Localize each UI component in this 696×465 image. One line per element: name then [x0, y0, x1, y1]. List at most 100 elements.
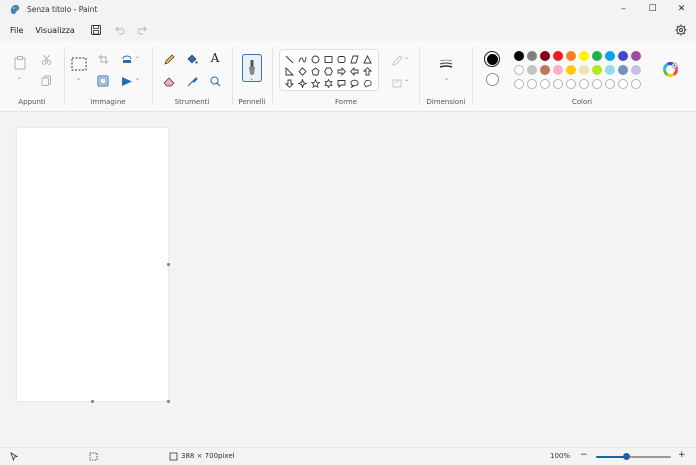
cloud-callout-shape-icon[interactable]	[362, 78, 373, 89]
palette-color-swatch[interactable]	[592, 51, 602, 61]
curve-shape-icon[interactable]	[297, 54, 308, 65]
settings-icon[interactable]	[674, 23, 688, 37]
triangle-shape-icon[interactable]	[362, 54, 373, 65]
diamond-shape-icon[interactable]	[297, 66, 308, 77]
custom-color-slot[interactable]	[631, 79, 641, 89]
crop-icon[interactable]	[95, 51, 111, 67]
oval-callout-shape-icon[interactable]	[349, 78, 360, 89]
magnifier-icon[interactable]	[207, 73, 223, 89]
maximize-button[interactable]: ☐	[638, 0, 667, 18]
shape-outline-chevron-icon[interactable]: ⌄	[404, 54, 409, 61]
secondary-color-swatch[interactable]	[486, 73, 499, 86]
canvas-workspace[interactable]	[0, 112, 696, 445]
canvas-resize-handle-right[interactable]	[167, 263, 170, 266]
line-shape-icon[interactable]	[284, 54, 295, 65]
pencil-icon[interactable]	[161, 51, 177, 67]
brush-dropdown-chevron-icon[interactable]: ⌄	[249, 75, 254, 82]
palette-color-swatch[interactable]	[566, 51, 576, 61]
primary-color-swatch[interactable]	[484, 51, 500, 67]
palette-color-swatch[interactable]	[631, 65, 641, 75]
zoom-level-label[interactable]: 100%	[550, 452, 570, 460]
rotate-dropdown-chevron-icon[interactable]: ⌄	[135, 53, 140, 60]
rectangle-shape-icon[interactable]	[323, 54, 334, 65]
zoom-slider[interactable]	[596, 453, 671, 460]
arrow-right-shape-icon[interactable]	[336, 66, 347, 77]
right-triangle-shape-icon[interactable]	[284, 66, 295, 77]
menu-file[interactable]: File	[4, 26, 29, 35]
custom-color-slot[interactable]	[553, 79, 563, 89]
eraser-icon[interactable]	[161, 73, 177, 89]
zoom-slider-thumb[interactable]	[622, 453, 630, 460]
canvas-resize-handle-bottom[interactable]	[91, 400, 94, 403]
hexagon-shape-icon[interactable]	[323, 66, 334, 77]
paste-icon[interactable]	[12, 55, 28, 71]
text-icon[interactable]: A	[207, 50, 223, 66]
rect-callout-shape-icon[interactable]	[336, 78, 347, 89]
flip-dropdown-chevron-icon[interactable]: ⌄	[135, 75, 140, 82]
line-size-icon[interactable]	[438, 57, 454, 71]
four-point-star-shape-icon[interactable]	[297, 78, 308, 89]
drawing-canvas[interactable]	[17, 128, 168, 401]
palette-color-swatch[interactable]	[618, 65, 628, 75]
custom-color-slot[interactable]	[592, 79, 602, 89]
save-icon[interactable]	[89, 23, 103, 37]
edit-colors-icon[interactable]	[662, 61, 678, 77]
zoom-out-button[interactable]: −	[580, 450, 588, 460]
palette-color-swatch[interactable]	[527, 65, 537, 75]
minimize-button[interactable]: –	[609, 0, 638, 18]
paste-dropdown-chevron-icon[interactable]: ⌄	[17, 74, 22, 81]
palette-color-swatch[interactable]	[540, 65, 550, 75]
flip-icon[interactable]	[119, 73, 135, 89]
select-dropdown-chevron-icon[interactable]: ⌄	[76, 75, 81, 82]
custom-color-slot[interactable]	[579, 79, 589, 89]
palette-color-swatch[interactable]	[592, 65, 602, 75]
color-picker-icon[interactable]	[184, 73, 200, 89]
palette-color-swatch[interactable]	[605, 51, 615, 61]
shape-outline-icon[interactable]	[389, 52, 405, 68]
six-point-star-shape-icon[interactable]	[323, 78, 334, 89]
menu-view[interactable]: Visualizza	[29, 26, 80, 35]
palette-color-swatch[interactable]	[514, 51, 524, 61]
select-icon[interactable]	[70, 55, 88, 73]
palette-color-swatch[interactable]	[579, 65, 589, 75]
palette-color-swatch[interactable]	[579, 51, 589, 61]
canvas-resize-handle-corner[interactable]	[167, 400, 170, 403]
custom-color-slot[interactable]	[605, 79, 615, 89]
polygon-shape-icon[interactable]	[349, 54, 360, 65]
shape-fill-chevron-icon[interactable]: ⌄	[404, 76, 409, 83]
arrow-down-shape-icon[interactable]	[284, 78, 295, 89]
palette-color-swatch[interactable]	[527, 51, 537, 61]
custom-color-slot[interactable]	[566, 79, 576, 89]
undo-icon[interactable]	[113, 23, 127, 37]
pentagon-shape-icon[interactable]	[310, 66, 321, 77]
zoom-in-button[interactable]: +	[678, 450, 686, 460]
palette-color-swatch[interactable]	[618, 51, 628, 61]
close-button[interactable]: ✕	[667, 0, 696, 18]
shape-fill-icon[interactable]	[389, 74, 405, 90]
custom-color-slot[interactable]	[527, 79, 537, 89]
palette-color-swatch[interactable]	[553, 65, 563, 75]
rounded-rectangle-shape-icon[interactable]	[336, 54, 347, 65]
palette-color-swatch[interactable]	[605, 65, 615, 75]
group-size: ⌄ Dimensioni	[420, 41, 472, 112]
resize-icon[interactable]	[95, 73, 111, 89]
redo-icon[interactable]	[135, 23, 149, 37]
cut-icon[interactable]	[38, 51, 54, 67]
rotate-icon[interactable]	[119, 51, 135, 67]
copy-icon[interactable]	[38, 72, 54, 88]
oval-shape-icon[interactable]	[310, 54, 321, 65]
shapes-gallery	[279, 49, 379, 91]
palette-color-swatch[interactable]	[553, 51, 563, 61]
palette-color-swatch[interactable]	[514, 65, 524, 75]
arrow-left-shape-icon[interactable]	[349, 66, 360, 77]
line-size-chevron-icon[interactable]: ⌄	[444, 75, 449, 82]
custom-color-slot[interactable]	[540, 79, 550, 89]
custom-color-slot[interactable]	[514, 79, 524, 89]
custom-color-slot[interactable]	[618, 79, 628, 89]
five-point-star-shape-icon[interactable]	[310, 78, 321, 89]
palette-color-swatch[interactable]	[540, 51, 550, 61]
arrow-up-shape-icon[interactable]	[362, 66, 373, 77]
palette-color-swatch[interactable]	[566, 65, 576, 75]
palette-color-swatch[interactable]	[631, 51, 641, 61]
fill-bucket-icon[interactable]	[184, 51, 200, 67]
